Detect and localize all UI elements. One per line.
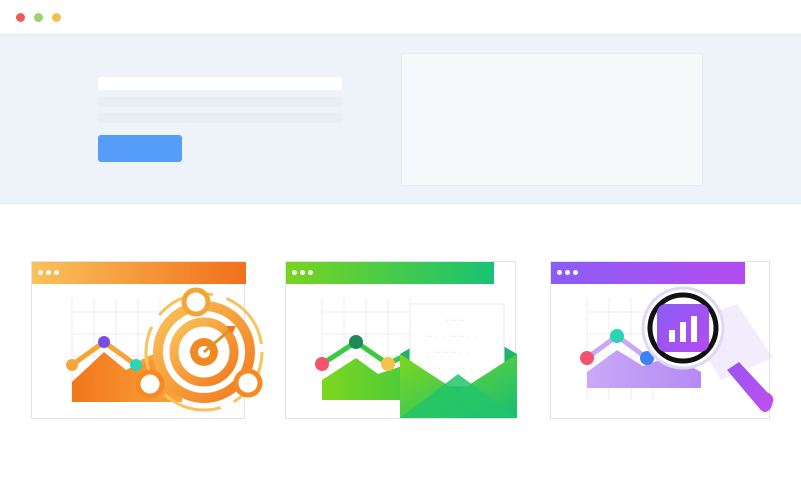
feature-card-target[interactable] [31, 261, 264, 419]
app-window: ····· ··· · ····· · · ······· · · ··· · … [0, 0, 801, 503]
line-point [610, 329, 624, 343]
line-point [130, 359, 142, 371]
close-window-icon[interactable] [16, 13, 25, 22]
title-bar [0, 0, 801, 34]
hero-section [0, 34, 801, 204]
magnifier-icon [641, 286, 774, 412]
line-point [580, 351, 594, 365]
line-point [66, 359, 78, 371]
envelope-icon: ····· ··· · ····· · · ······· · · ··· · … [400, 303, 517, 418]
line-point [98, 336, 110, 348]
feature-card-search[interactable] [550, 261, 774, 419]
hero-title-placeholder [98, 77, 342, 90]
line-point [381, 357, 395, 371]
letter-line: ··· · ····· · [426, 334, 478, 340]
hero-cta-button[interactable] [98, 135, 182, 162]
letter-line: · ······· · [426, 350, 470, 356]
maximize-window-icon[interactable] [52, 13, 61, 22]
line-point [349, 335, 363, 349]
hero-text-placeholder [98, 97, 342, 107]
minimize-window-icon[interactable] [34, 13, 43, 22]
hero-image-placeholder [401, 53, 703, 186]
hero-text-placeholder [98, 113, 342, 123]
target-chart-illustration [66, 287, 264, 412]
email-chart-illustration: ····· ··· · ····· · · ······· · · ··· · … [315, 298, 517, 418]
letter-line: ····· [446, 318, 466, 324]
search-chart-illustration [580, 286, 774, 412]
target-icon [135, 287, 264, 412]
feature-card-email[interactable]: ····· ··· · ····· · · ······· · · ··· · … [285, 261, 517, 419]
line-point [315, 357, 329, 371]
letter-line: · ··· · ·· · [426, 366, 474, 372]
